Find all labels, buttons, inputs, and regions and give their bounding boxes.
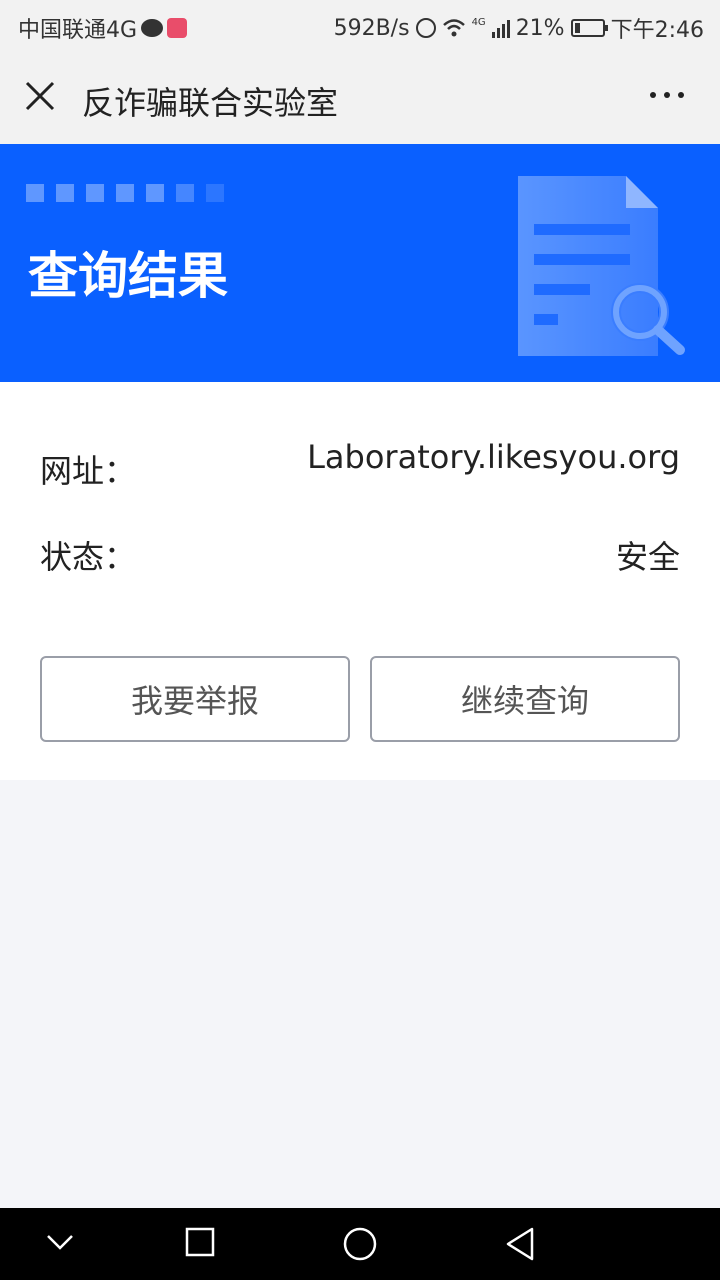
battery-percent: 21% <box>515 15 565 41</box>
app-notification-icon <box>167 18 188 38</box>
signal-icon <box>491 18 510 38</box>
close-icon[interactable] <box>24 80 56 112</box>
chat-icon <box>141 19 164 37</box>
url-value: Laboratory.likesyou.org <box>307 438 680 476</box>
status-label: 状态： <box>40 538 137 576</box>
hide-keyboard-icon[interactable] <box>44 1226 76 1258</box>
status-bar-left: 中国联通4G <box>18 12 188 44</box>
decorative-squares <box>26 184 224 202</box>
url-label: 网址： <box>40 452 137 490</box>
status-row: 状态： 安全 <box>40 532 680 582</box>
alarm-icon <box>415 18 436 38</box>
navigation-bar: 反诈骗联合实验室 <box>0 50 720 144</box>
report-button[interactable]: 我要举报 <box>40 656 350 742</box>
status-bar-right: 592B/s 4G 21% 下午2:46 <box>334 12 704 44</box>
result-banner: 查询结果 <box>0 144 720 382</box>
document-search-icon <box>518 176 685 356</box>
home-icon[interactable] <box>342 1226 378 1262</box>
back-icon[interactable] <box>504 1226 536 1262</box>
more-options-icon[interactable] <box>650 92 684 98</box>
battery-fill <box>574 23 581 33</box>
carrier-label: 中国联通4G <box>18 18 138 43</box>
clock: 下午2:46 <box>610 18 704 43</box>
system-navigation-bar <box>0 1208 720 1280</box>
page-title: 反诈骗联合实验室 <box>82 84 339 122</box>
network-type: 4G <box>471 16 486 28</box>
result-panel: 网址： Laboratory.likesyou.org 状态： 安全 我要举报 … <box>0 382 720 780</box>
status-bar: 中国联通4G 592B/s 4G 21% 下午2:46 <box>0 0 720 50</box>
wifi-icon <box>442 19 465 37</box>
url-row: 网址： Laboratory.likesyou.org <box>40 438 680 492</box>
banner-title: 查询结果 <box>28 247 228 305</box>
battery-icon <box>570 19 608 37</box>
network-speed: 592B/s <box>333 15 410 41</box>
recent-apps-icon[interactable] <box>184 1226 216 1258</box>
continue-query-button[interactable]: 继续查询 <box>370 656 680 742</box>
status-value: 安全 <box>615 538 680 576</box>
